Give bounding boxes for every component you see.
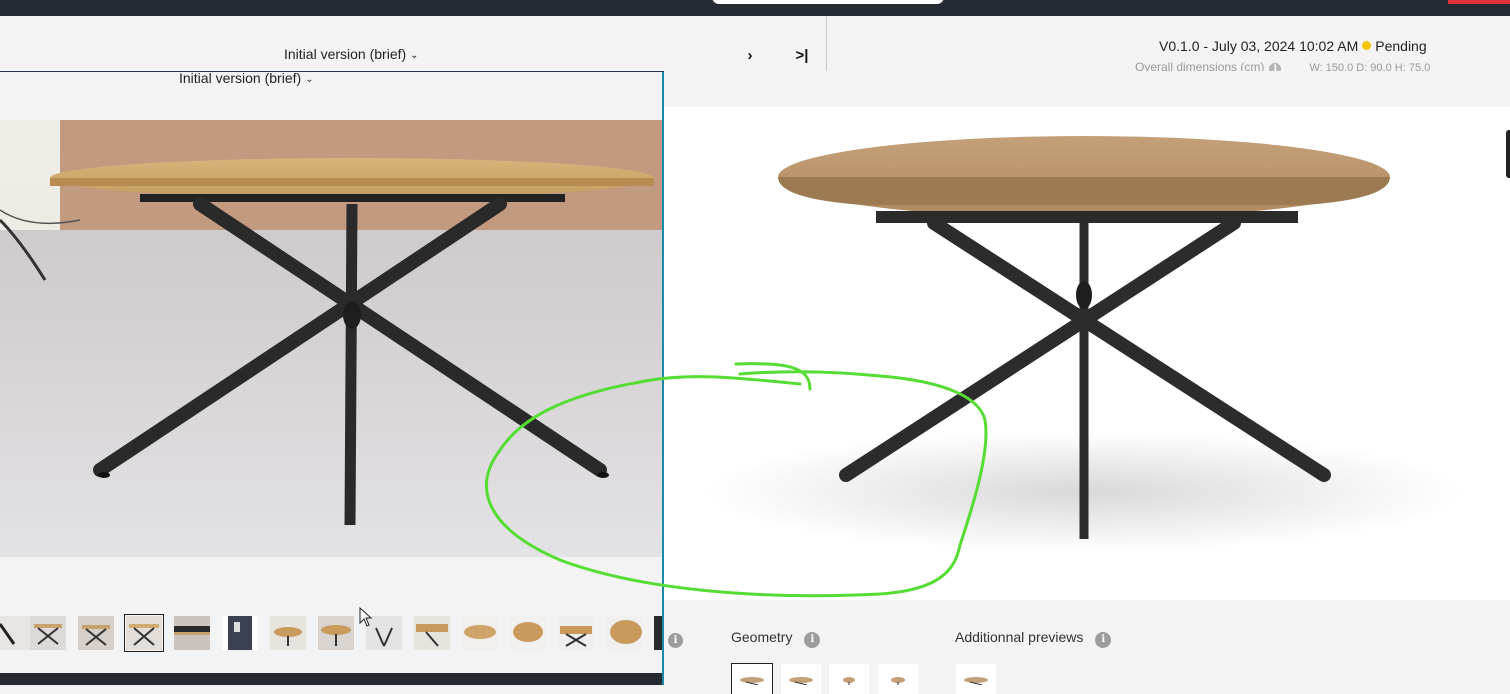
gallery-thumb[interactable] (558, 616, 594, 650)
gallery-thumb[interactable] (222, 616, 258, 650)
preview-thumb[interactable] (956, 664, 996, 694)
chevron-down-icon: ⌄ (305, 74, 314, 85)
model-render (664, 107, 1510, 600)
geometry-section: Geometry i (731, 629, 821, 648)
info-icon[interactable]: i (1095, 632, 1112, 648)
geometry-thumb[interactable] (829, 664, 869, 694)
top-bar (0, 0, 1510, 16)
skip-to-end-icon: >| (795, 47, 809, 64)
reference-title: Initial version (brief) (179, 70, 302, 86)
gallery-thumb[interactable] (30, 616, 66, 650)
gallery-thumb[interactable] (510, 616, 546, 650)
additional-previews-section: Additionnal previews i (955, 629, 1112, 648)
gallery-info[interactable]: i (668, 630, 683, 648)
gallery-thumb[interactable] (462, 616, 498, 650)
mouse-cursor-icon (359, 607, 373, 627)
side-panel-tab[interactable] (1506, 130, 1510, 178)
header-left (0, 16, 826, 72)
gallery-thumb[interactable] (174, 616, 210, 650)
geometry-thumb-selected[interactable] (731, 663, 773, 694)
info-icon[interactable]: i (668, 633, 683, 648)
reference-version-dropdown[interactable]: Initial version (brief) ⌄ (179, 70, 314, 86)
version-dropdown-label: Initial version (brief) (284, 46, 407, 62)
geometry-thumb[interactable] (781, 664, 821, 694)
gallery-thumb[interactable] (270, 616, 306, 650)
render-header-area (664, 71, 1510, 107)
next-button[interactable]: › (740, 46, 760, 66)
version-info: V0.1.0 - July 03, 2024 10:02 AM Pending (1159, 38, 1427, 54)
header-separator (826, 16, 827, 71)
reference-photo (0, 120, 662, 557)
gallery-thumb-selected[interactable] (124, 614, 164, 652)
bottom-bar (0, 673, 662, 685)
top-search-pill[interactable] (712, 0, 944, 4)
gallery-thumb[interactable] (654, 616, 662, 650)
version-dropdown[interactable]: Initial version (brief) ⌄ (284, 46, 419, 62)
info-icon[interactable]: i (804, 632, 821, 648)
gallery-thumb[interactable] (78, 616, 114, 650)
status-dot (1362, 41, 1372, 50)
chevron-right-icon: › (747, 47, 753, 64)
version-timestamp: V0.1.0 - July 03, 2024 10:02 AM (1159, 38, 1359, 54)
gallery-thumb[interactable] (606, 616, 642, 650)
last-button[interactable]: >| (792, 46, 812, 66)
geometry-thumb[interactable] (878, 664, 918, 694)
gallery-thumb[interactable] (414, 616, 450, 650)
top-red-button[interactable] (1448, 0, 1510, 4)
status-label: Pending (1375, 38, 1427, 54)
additional-previews-label: Additionnal previews (955, 629, 1084, 645)
chevron-down-icon: ⌄ (410, 50, 419, 61)
geometry-label: Geometry (731, 629, 793, 645)
gallery-thumb[interactable] (318, 616, 354, 650)
